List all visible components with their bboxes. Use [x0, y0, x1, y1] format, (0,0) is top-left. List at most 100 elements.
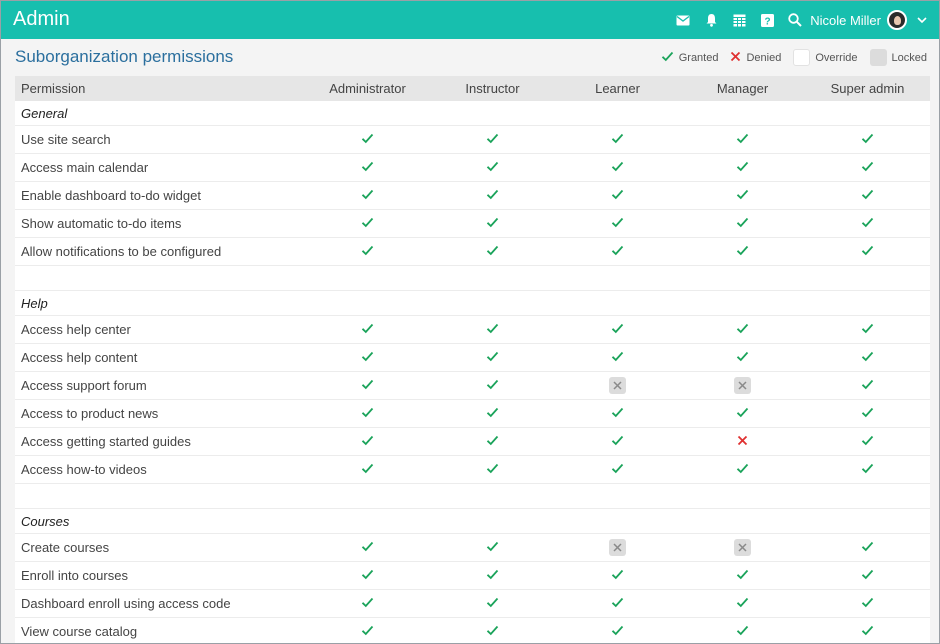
check-icon	[611, 160, 624, 175]
permission-cell-instructor[interactable]	[430, 406, 555, 421]
permission-cell-manager[interactable]	[680, 568, 805, 583]
permission-cell-administrator[interactable]	[305, 596, 430, 611]
search-icon[interactable]	[786, 11, 804, 29]
permission-cell-learner[interactable]	[555, 160, 680, 175]
permission-cell-instructor[interactable]	[430, 322, 555, 337]
permission-cell-manager[interactable]	[680, 188, 805, 203]
permission-cell-learner[interactable]	[555, 568, 680, 583]
permission-cell-instructor[interactable]	[430, 568, 555, 583]
permission-cell-administrator[interactable]	[305, 322, 430, 337]
check-icon	[361, 596, 374, 611]
permission-cell-manager[interactable]	[680, 160, 805, 175]
permission-cell-manager[interactable]	[680, 434, 805, 449]
permission-cell-super-admin[interactable]	[805, 378, 930, 393]
permission-cell-instructor[interactable]	[430, 244, 555, 259]
permission-cell-administrator[interactable]	[305, 462, 430, 477]
chevron-down-icon[interactable]	[915, 13, 929, 27]
check-icon	[611, 624, 624, 639]
permission-cell-learner[interactable]	[555, 322, 680, 337]
permission-cell-administrator[interactable]	[305, 378, 430, 393]
check-icon	[611, 322, 624, 337]
check-icon	[611, 216, 624, 231]
check-icon	[736, 596, 749, 611]
permission-cell-learner[interactable]	[555, 216, 680, 231]
check-icon	[361, 160, 374, 175]
permission-cell-instructor[interactable]	[430, 540, 555, 555]
permission-cell-super-admin[interactable]	[805, 462, 930, 477]
permission-cell-manager[interactable]	[680, 244, 805, 259]
permission-cell-manager[interactable]	[680, 596, 805, 611]
check-icon	[486, 540, 499, 555]
permission-label: Allow notifications to be configured	[21, 244, 222, 259]
permission-cell-administrator[interactable]	[305, 350, 430, 365]
permission-cell-learner[interactable]	[555, 462, 680, 477]
check-icon	[861, 322, 874, 337]
check-icon	[486, 244, 499, 259]
permission-cell-administrator[interactable]	[305, 244, 430, 259]
permission-cell-administrator[interactable]	[305, 188, 430, 203]
section-header-help: Help	[15, 291, 930, 316]
permission-cell-instructor[interactable]	[430, 462, 555, 477]
permission-cell-administrator[interactable]	[305, 216, 430, 231]
check-icon	[486, 596, 499, 611]
permission-cell-manager[interactable]	[680, 406, 805, 421]
permission-cell-instructor[interactable]	[430, 624, 555, 639]
permission-cell-instructor[interactable]	[430, 216, 555, 231]
check-icon	[486, 406, 499, 421]
permission-cell-instructor[interactable]	[430, 434, 555, 449]
permission-cell-manager[interactable]	[680, 350, 805, 365]
permission-cell-super-admin[interactable]	[805, 322, 930, 337]
permission-label: Access how-to videos	[21, 462, 147, 477]
permission-cell-administrator[interactable]	[305, 132, 430, 147]
permission-cell-instructor[interactable]	[430, 378, 555, 393]
permission-cell-super-admin[interactable]	[805, 624, 930, 639]
calendar-icon[interactable]	[730, 11, 748, 29]
permission-cell-super-admin[interactable]	[805, 434, 930, 449]
check-icon	[861, 132, 874, 147]
permission-cell-super-admin[interactable]	[805, 540, 930, 555]
permission-cell-manager[interactable]	[680, 462, 805, 477]
permission-label: Use site search	[21, 132, 111, 147]
permission-cell-administrator[interactable]	[305, 160, 430, 175]
permission-cell-manager[interactable]	[680, 322, 805, 337]
check-icon	[736, 406, 749, 421]
permission-cell-manager[interactable]	[680, 624, 805, 639]
bell-icon[interactable]	[702, 11, 720, 29]
permission-cell-super-admin[interactable]	[805, 406, 930, 421]
mail-icon[interactable]	[674, 11, 692, 29]
permission-cell-administrator[interactable]	[305, 434, 430, 449]
permission-cell-learner[interactable]	[555, 350, 680, 365]
permission-cell-super-admin[interactable]	[805, 160, 930, 175]
permission-cell-administrator[interactable]	[305, 568, 430, 583]
permission-cell-super-admin[interactable]	[805, 350, 930, 365]
permission-cell-super-admin[interactable]	[805, 188, 930, 203]
permission-cell-instructor[interactable]	[430, 160, 555, 175]
permission-cell-instructor[interactable]	[430, 350, 555, 365]
permission-cell-super-admin[interactable]	[805, 244, 930, 259]
main-content: Suborganization permissions Granted Deni…	[1, 39, 939, 643]
permission-cell-instructor[interactable]	[430, 596, 555, 611]
permission-cell-manager[interactable]	[680, 132, 805, 147]
permission-cell-super-admin[interactable]	[805, 596, 930, 611]
permission-cell-super-admin[interactable]	[805, 132, 930, 147]
permission-cell-learner[interactable]	[555, 624, 680, 639]
avatar[interactable]	[887, 10, 907, 30]
permission-cell-administrator[interactable]	[305, 624, 430, 639]
permission-cell-administrator[interactable]	[305, 540, 430, 555]
legend-denied: Denied	[730, 51, 781, 65]
table-header: Permission Administrator Instructor Learne…	[15, 76, 930, 101]
permission-cell-learner[interactable]	[555, 244, 680, 259]
help-icon[interactable]: ?	[758, 11, 776, 29]
permission-cell-manager[interactable]	[680, 216, 805, 231]
permission-cell-super-admin[interactable]	[805, 216, 930, 231]
permission-cell-learner[interactable]	[555, 406, 680, 421]
permission-cell-learner[interactable]	[555, 188, 680, 203]
permission-cell-instructor[interactable]	[430, 188, 555, 203]
permission-cell-learner[interactable]	[555, 132, 680, 147]
user-name[interactable]: Nicole Miller	[810, 13, 881, 28]
permission-cell-administrator[interactable]	[305, 406, 430, 421]
permission-cell-super-admin[interactable]	[805, 568, 930, 583]
permission-cell-learner[interactable]	[555, 596, 680, 611]
permission-cell-learner[interactable]	[555, 434, 680, 449]
permission-cell-instructor[interactable]	[430, 132, 555, 147]
